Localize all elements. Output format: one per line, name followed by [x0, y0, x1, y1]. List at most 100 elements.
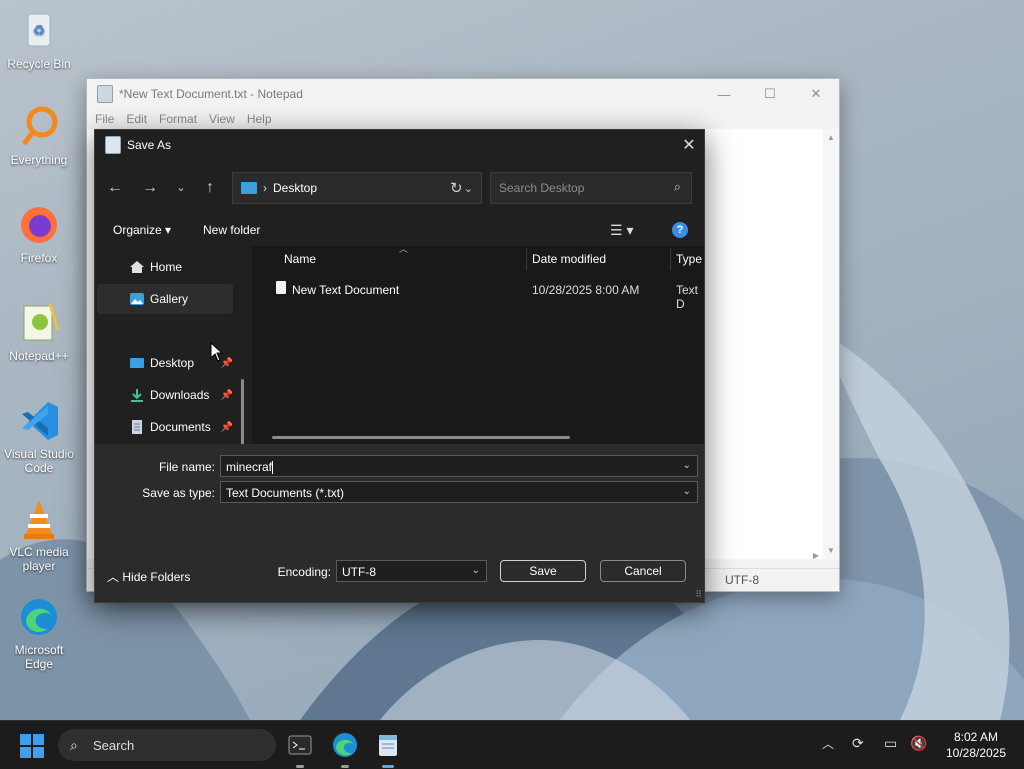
- save-as-type-value: Text Documents (*.txt): [226, 486, 345, 500]
- close-button[interactable]: ✕: [793, 79, 839, 109]
- file-list: ︿ Name Date modified Type New Text Docum…: [252, 246, 704, 444]
- nav-pane-scrollbar[interactable]: [241, 379, 244, 447]
- new-folder-button[interactable]: New folder: [203, 223, 260, 237]
- cancel-button[interactable]: Cancel: [600, 560, 686, 582]
- home-icon: [129, 260, 145, 274]
- notepad-app-icon: [97, 85, 113, 103]
- help-icon[interactable]: ?: [672, 222, 688, 238]
- desktop-icon-vlc[interactable]: VLC media player: [1, 496, 77, 573]
- refresh-icon[interactable]: ↻: [450, 179, 463, 197]
- menu-file[interactable]: File: [95, 112, 114, 126]
- save-as-type-label: Save as type:: [142, 486, 215, 500]
- menu-help[interactable]: Help: [247, 112, 272, 126]
- notepad-vertical-scrollbar[interactable]: ▲ ▼: [823, 129, 839, 559]
- up-arrow-icon[interactable]: ↑: [200, 178, 220, 198]
- vscode-icon: [16, 398, 62, 444]
- desktop-icon-label: Firefox: [20, 251, 58, 265]
- notepad-titlebar[interactable]: *New Text Document.txt - Notepad — ☐ ✕: [87, 79, 839, 109]
- column-header-date-modified[interactable]: Date modified: [532, 252, 606, 266]
- file-name-input[interactable]: minecraf ⌄: [220, 455, 698, 477]
- text-caret: [272, 461, 274, 475]
- file-type: Text D: [676, 283, 699, 311]
- taskbar-terminal[interactable]: [286, 731, 314, 768]
- desktop-icon-label: Microsoft Edge: [14, 643, 64, 671]
- back-arrow-icon[interactable]: ←: [105, 178, 125, 198]
- column-divider[interactable]: [670, 248, 671, 270]
- menu-format[interactable]: Format: [159, 112, 197, 126]
- address-location[interactable]: Desktop: [273, 181, 317, 195]
- clock-time: 8:02 AM: [953, 730, 999, 744]
- taskbar-search-box[interactable]: ⌕ Search: [58, 729, 276, 761]
- save-button[interactable]: Save: [500, 560, 586, 582]
- show-hidden-icons-chevron-icon[interactable]: ︿: [822, 735, 834, 752]
- dialog-titlebar[interactable]: Save As ✕: [95, 130, 704, 160]
- notepad-title: *New Text Document.txt - Notepad: [119, 87, 303, 101]
- desktop-icon-edge[interactable]: Microsoft Edge: [1, 594, 77, 671]
- desktop-icon-recycle-bin[interactable]: ♻ Recycle Bin: [1, 8, 77, 71]
- desktop-icon-everything[interactable]: Everything: [1, 104, 77, 167]
- menu-edit[interactable]: Edit: [126, 112, 147, 126]
- firefox-icon: [16, 202, 62, 248]
- clock-date: 10/28/2025: [945, 746, 1007, 760]
- taskbar-clock[interactable]: 8:02 AM 10/28/2025: [938, 729, 1014, 761]
- nav-item-documents[interactable]: Documents 📌: [97, 412, 233, 442]
- column-header-type[interactable]: Type: [676, 252, 702, 266]
- svg-text:♻: ♻: [33, 22, 46, 38]
- start-button[interactable]: [20, 734, 44, 758]
- scroll-right-icon[interactable]: ▶: [813, 551, 819, 560]
- resize-grip-icon[interactable]: ⠿: [695, 589, 702, 600]
- recent-locations-chevron-icon[interactable]: ⌄: [171, 178, 191, 198]
- organize-button[interactable]: Organize ▾: [113, 223, 171, 237]
- minimize-button[interactable]: —: [701, 79, 747, 109]
- menu-view[interactable]: View: [209, 112, 235, 126]
- file-row[interactable]: New Text Document 10/28/2025 8:00 AM Tex…: [252, 276, 704, 311]
- sort-ascending-icon: ︿: [399, 246, 409, 254]
- maximize-button[interactable]: ☐: [747, 79, 793, 109]
- address-row: ← → ⌄ ↑ › Desktop ⌄ ↻ Search Desktop ⌕: [95, 172, 704, 204]
- search-input[interactable]: Search Desktop ⌕: [490, 172, 692, 204]
- chevron-up-icon: ︿: [107, 570, 120, 584]
- address-dropdown-icon[interactable]: ⌄: [464, 182, 473, 195]
- breadcrumb-separator-icon: ›: [263, 181, 267, 195]
- navigation-pane: Home Gallery Desktop 📌 Downloads 📌 Docum…: [95, 246, 251, 448]
- desktop-icon-notepad-plus-plus[interactable]: Notepad++: [1, 300, 77, 363]
- status-encoding: UTF-8: [725, 573, 759, 587]
- scroll-down-icon[interactable]: ▼: [827, 546, 835, 555]
- file-name-label: File name:: [158, 460, 215, 474]
- file-list-horizontal-scrollbar[interactable]: [272, 436, 570, 439]
- address-bar[interactable]: › Desktop ⌄: [232, 172, 482, 204]
- save-as-type-select[interactable]: Text Documents (*.txt) ⌄: [220, 481, 698, 503]
- network-icon[interactable]: ▭: [884, 735, 897, 752]
- notepad-menubar: File Edit Format View Help: [87, 109, 839, 129]
- nav-item-home[interactable]: Home: [97, 252, 233, 282]
- nav-item-gallery[interactable]: Gallery: [97, 284, 233, 314]
- dialog-toolbar: Organize ▾ New folder ☰ ▾ ?: [95, 218, 704, 244]
- sync-icon[interactable]: ⟳: [852, 735, 864, 752]
- dialog-close-button[interactable]: ✕: [674, 130, 704, 160]
- downloads-icon: [129, 388, 145, 402]
- search-placeholder: Search Desktop: [499, 181, 585, 195]
- view-options-icon[interactable]: ☰ ▾: [610, 222, 633, 239]
- hide-folders-button[interactable]: ︿ Hide Folders: [107, 568, 190, 585]
- column-header-name[interactable]: Name: [284, 252, 316, 266]
- forward-arrow-icon[interactable]: →: [140, 178, 160, 198]
- desktop-icon-firefox[interactable]: Firefox: [1, 202, 77, 265]
- volume-muted-icon[interactable]: 🔇: [910, 735, 927, 752]
- notepad-app-icon: [105, 136, 121, 154]
- file-date-modified: 10/28/2025 8:00 AM: [532, 283, 640, 297]
- taskbar-edge[interactable]: [331, 731, 359, 768]
- column-divider[interactable]: [526, 248, 527, 270]
- pin-icon: 📌: [220, 421, 233, 433]
- gallery-icon: [129, 292, 145, 306]
- everything-search-icon: [16, 104, 62, 150]
- file-name-dropdown-icon[interactable]: ⌄: [683, 460, 691, 471]
- save-as-dialog[interactable]: Save As ✕ ← → ⌄ ↑ › Desktop ⌄ ↻ Search D…: [94, 129, 705, 603]
- scroll-up-icon[interactable]: ▲: [827, 133, 835, 142]
- pin-icon: 📌: [220, 389, 233, 401]
- save-as-type-dropdown-icon: ⌄: [682, 486, 691, 497]
- nav-item-downloads[interactable]: Downloads 📌: [97, 380, 233, 410]
- taskbar-notepad[interactable]: [374, 731, 402, 768]
- desktop-icon-vscode[interactable]: Visual Studio Code: [1, 398, 77, 475]
- desktop-icon-label: VLC media player: [9, 545, 69, 573]
- encoding-select[interactable]: UTF-8 ⌄: [336, 560, 487, 582]
